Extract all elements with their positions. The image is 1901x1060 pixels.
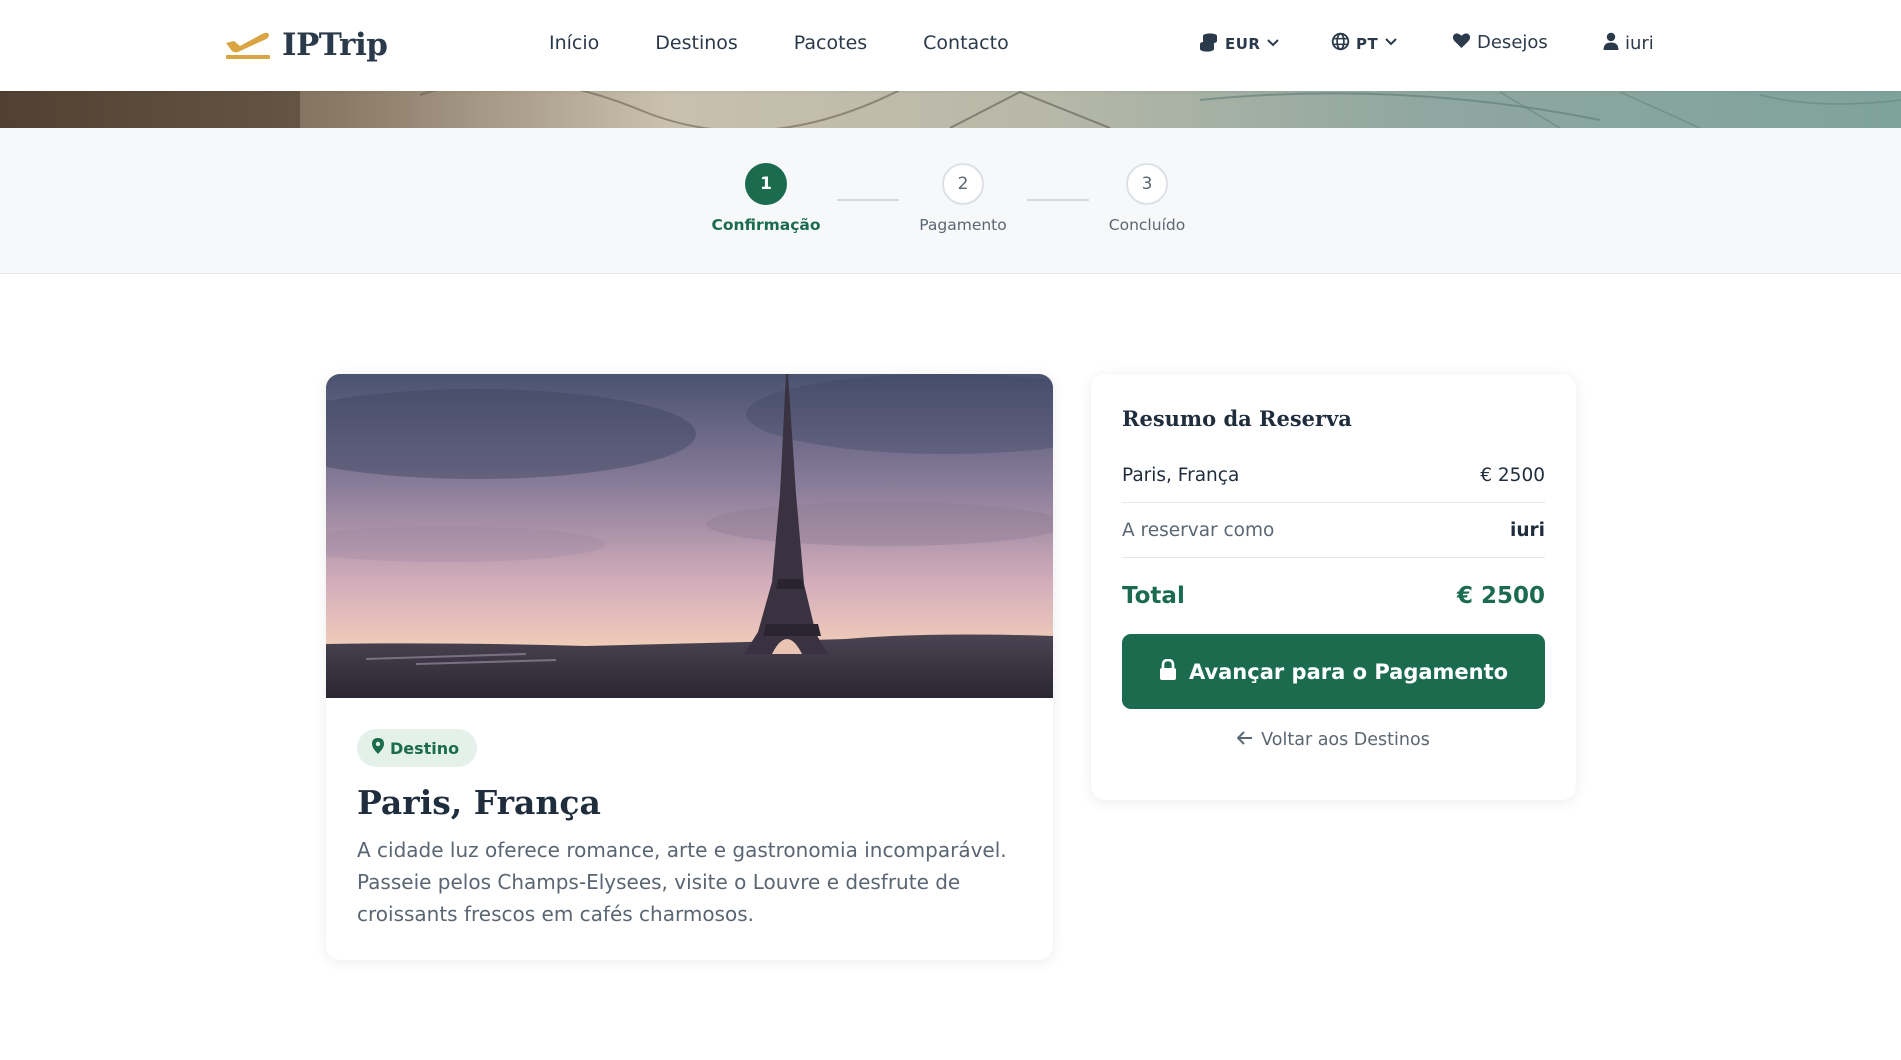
chevron-down-icon xyxy=(1384,34,1398,53)
nav-item-pacotes[interactable]: Pacotes xyxy=(794,32,867,54)
nav-item-destinos[interactable]: Destinos xyxy=(655,32,738,54)
nav-item-contacto[interactable]: Contacto xyxy=(923,32,1009,54)
summary-row-value: € 2500 xyxy=(1480,464,1545,486)
destination-badge: Destino xyxy=(357,729,478,767)
summary-title: Resumo da Reserva xyxy=(1122,406,1352,431)
destination-card: Destino Paris, França A cidade luz ofere… xyxy=(326,374,1053,960)
step-number: 3 xyxy=(1126,163,1168,205)
nav-item-inicio[interactable]: Início xyxy=(549,32,599,54)
wishlist-label: Desejos xyxy=(1477,32,1548,53)
back-link-label: Voltar aos Destinos xyxy=(1261,730,1430,750)
heart-icon xyxy=(1452,32,1471,53)
currency-selector[interactable]: EUR xyxy=(1199,32,1280,56)
main-nav: Início Destinos Pacotes Contacto xyxy=(549,32,1065,54)
step-number: 2 xyxy=(942,163,984,205)
summary-row: Paris, França € 2500 xyxy=(1122,448,1545,503)
map-pin-icon xyxy=(372,738,384,758)
summary-row: A reservar como iuri xyxy=(1122,503,1545,558)
step-payment: 2 Pagamento xyxy=(888,163,1038,234)
arrow-left-icon xyxy=(1236,730,1253,750)
destination-description: A cidade luz oferece romance, arte e gas… xyxy=(357,838,1007,926)
chevron-down-icon xyxy=(1266,35,1280,54)
logo[interactable]: IPTrip xyxy=(224,26,388,64)
user-icon xyxy=(1603,32,1619,54)
globe-icon xyxy=(1331,32,1350,55)
proceed-to-payment-button[interactable]: Avançar para o Pagamento xyxy=(1122,634,1545,709)
total-label: Total xyxy=(1122,583,1185,609)
step-label: Pagamento xyxy=(919,216,1007,234)
booking-summary: Resumo da Reserva Paris, França € 2500 A… xyxy=(1091,374,1576,800)
user-menu[interactable]: iuri xyxy=(1603,32,1654,54)
step-label: Concluído xyxy=(1108,216,1186,234)
lock-icon xyxy=(1159,658,1177,685)
language-value: PT xyxy=(1356,34,1379,53)
badge-label: Destino xyxy=(390,738,460,758)
summary-row-label: Paris, França xyxy=(1122,464,1240,486)
currency-value: EUR xyxy=(1225,35,1261,53)
step-confirmation: 1 Confirmação xyxy=(691,163,841,234)
language-selector[interactable]: PT xyxy=(1331,32,1398,55)
step-number: 1 xyxy=(745,163,787,205)
step-label: Confirmação xyxy=(711,216,821,234)
top-header: IPTrip Início Destinos Pacotes Contacto … xyxy=(0,0,1901,91)
wishlist-link[interactable]: Desejos xyxy=(1452,32,1548,53)
summary-row-value: iuri xyxy=(1510,519,1545,541)
brand-name: IPTrip xyxy=(282,27,388,63)
summary-row-label: A reservar como xyxy=(1122,519,1275,541)
user-name: iuri xyxy=(1625,32,1654,54)
coins-icon xyxy=(1199,32,1219,56)
destination-title: Paris, França xyxy=(357,783,601,822)
checkout-steps: 1 Confirmação 2 Pagamento 3 Concluído xyxy=(0,128,1901,274)
total-value: € 2500 xyxy=(1456,583,1545,609)
step-complete: 3 Concluído xyxy=(1072,163,1222,234)
summary-total: Total € 2500 xyxy=(1122,558,1545,634)
proceed-button-label: Avançar para o Pagamento xyxy=(1188,659,1509,684)
airplane-icon xyxy=(224,26,270,64)
back-to-destinations-link[interactable]: Voltar aos Destinos xyxy=(1122,730,1545,750)
destination-photo xyxy=(326,374,1053,698)
